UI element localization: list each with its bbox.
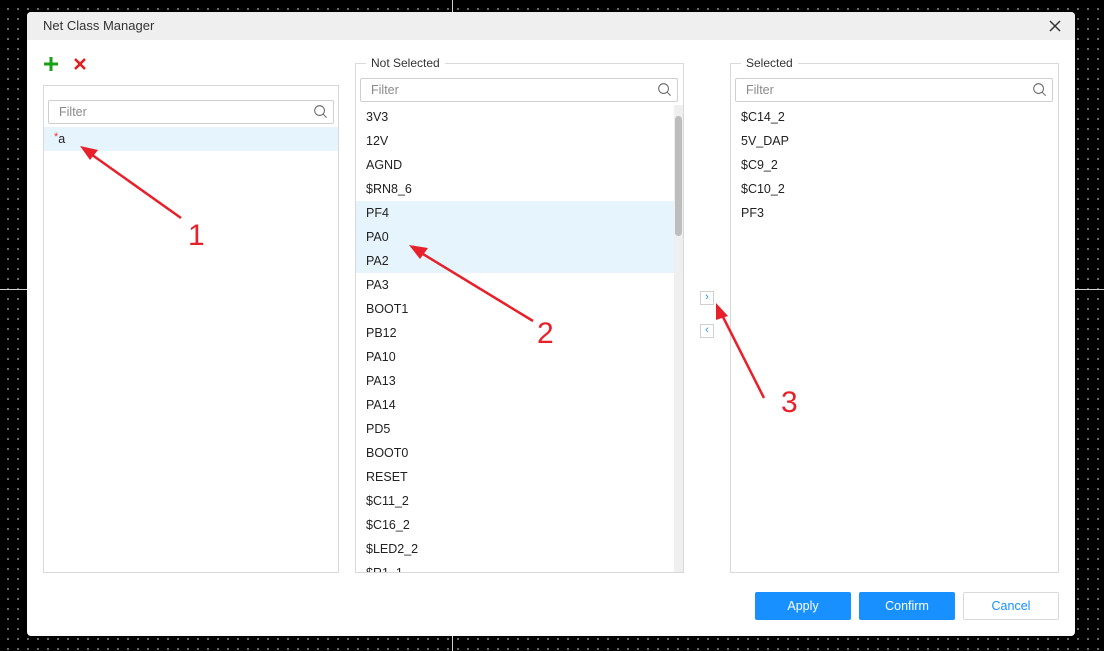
selected-legend: Selected	[741, 56, 798, 70]
search-icon[interactable]	[313, 104, 328, 119]
net-list-item[interactable]: 12V	[356, 129, 674, 153]
not-selected-filter-input[interactable]	[361, 79, 640, 101]
net-list-item[interactable]: PA14	[356, 393, 674, 417]
net-list-item[interactable]: $C11_2	[356, 489, 674, 513]
net-list-item[interactable]: PA2	[356, 249, 674, 273]
net-list-item[interactable]: PB12	[356, 321, 674, 345]
net-list-item[interactable]: PA10	[356, 345, 674, 369]
net-list-item[interactable]: BOOT1	[356, 297, 674, 321]
selected-filter-input[interactable]	[736, 79, 1015, 101]
move-to-selected-button[interactable]: ›	[700, 291, 714, 305]
net-class-list-panel: *a	[43, 85, 339, 573]
scrollbar-thumb[interactable]	[675, 116, 682, 236]
not-selected-list: 3V3 12V AGND $RN8_6 PF4 PA0 PA2 PA3 BOOT1 PB12 PA1…	[356, 105, 674, 572]
net-list-item[interactable]: 5V_DAP	[731, 129, 1058, 153]
class-list: *a	[44, 127, 338, 572]
net-list-item[interactable]: AGND	[356, 153, 674, 177]
cancel-button[interactable]: Cancel	[963, 592, 1059, 620]
net-list-item[interactable]: $RN8_6	[356, 177, 674, 201]
net-list-item[interactable]: $C16_2	[356, 513, 674, 537]
selected-filter-field[interactable]	[735, 78, 1053, 102]
add-class-button[interactable]	[43, 56, 59, 72]
selected-list: $C14_2 5V_DAP $C9_2 $C10_2 PF3	[731, 105, 1058, 572]
annotation-number-2: 2	[537, 317, 554, 350]
search-icon[interactable]	[1032, 82, 1047, 97]
confirm-button[interactable]: Confirm	[859, 592, 955, 620]
selected-panel: Selected $C14_25V_DAP$C9_2$C10_2PF3	[730, 56, 1059, 573]
class-name: a	[58, 132, 66, 146]
net-list-item[interactable]: $C14_2	[731, 105, 1058, 129]
dialog-title: Net Class Manager	[43, 18, 155, 33]
net-list-item[interactable]: PA13	[356, 369, 674, 393]
net-list-item[interactable]: $R1_1	[356, 561, 674, 572]
net-list-item[interactable]: PA0	[356, 225, 674, 249]
not-selected-panel: Not Selected 3V312VAGND$RN8_6PF4PA0PA2PA…	[355, 56, 684, 573]
net-list-item[interactable]: $LED2_2	[356, 537, 674, 561]
move-to-not-selected-button[interactable]: ‹	[700, 324, 714, 338]
net-list-item[interactable]: $C10_2	[731, 177, 1058, 201]
net-list-item[interactable]: BOOT0	[356, 441, 674, 465]
net-list-item[interactable]: RESET	[356, 465, 674, 489]
class-list-item[interactable]: *a	[44, 127, 338, 151]
net-list-item[interactable]: $C9_2	[731, 153, 1058, 177]
apply-button[interactable]: Apply	[755, 592, 851, 620]
net-list-item[interactable]: PA3	[356, 273, 674, 297]
dialog-titlebar: Net Class Manager	[27, 12, 1075, 40]
annotation-number-3: 3	[781, 386, 798, 419]
net-list-item[interactable]: 3V3	[356, 105, 674, 129]
net-list-item[interactable]: PF4	[356, 201, 674, 225]
net-list-item[interactable]: PF3	[731, 201, 1058, 225]
annotation-number-1: 1	[188, 219, 205, 252]
net-list-item[interactable]: PD5	[356, 417, 674, 441]
delete-class-button[interactable]	[73, 57, 87, 71]
not-selected-filter-field[interactable]	[360, 78, 678, 102]
class-filter-input[interactable]	[49, 101, 301, 123]
not-selected-legend: Not Selected	[366, 56, 445, 70]
class-filter-field[interactable]	[48, 100, 334, 124]
search-icon[interactable]	[657, 82, 672, 97]
close-icon[interactable]	[1045, 16, 1065, 36]
